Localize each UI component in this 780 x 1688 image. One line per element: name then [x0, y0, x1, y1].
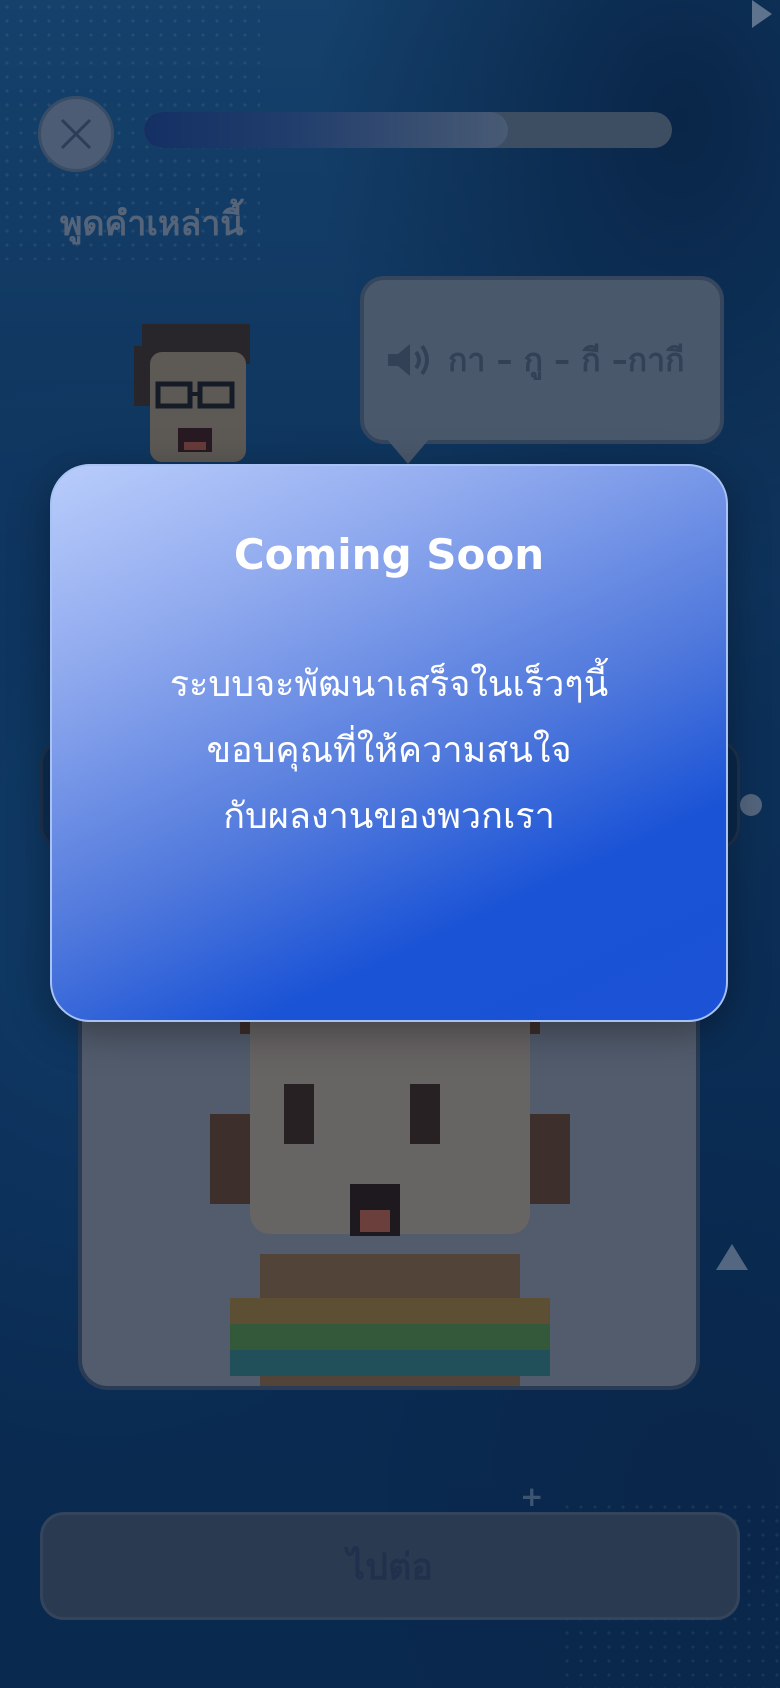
dialog-message: ระบบจะพัฒนาเสร็จในเร็วๆนี้ ขอบคุณที่ให้ค…	[52, 652, 726, 850]
coming-soon-dialog: Coming Soon ระบบจะพัฒนาเสร็จในเร็วๆนี้ ข…	[50, 464, 728, 1022]
dialog-title: Coming Soon	[233, 530, 545, 579]
dialog-message-line: ขอบคุณที่ให้ความสนใจ	[206, 730, 572, 771]
dialog-message-line: กับผลงานของพวกเรา	[223, 796, 555, 837]
dialog-message-line: ระบบจะพัฒนาเสร็จในเร็วๆนี้	[169, 664, 609, 705]
